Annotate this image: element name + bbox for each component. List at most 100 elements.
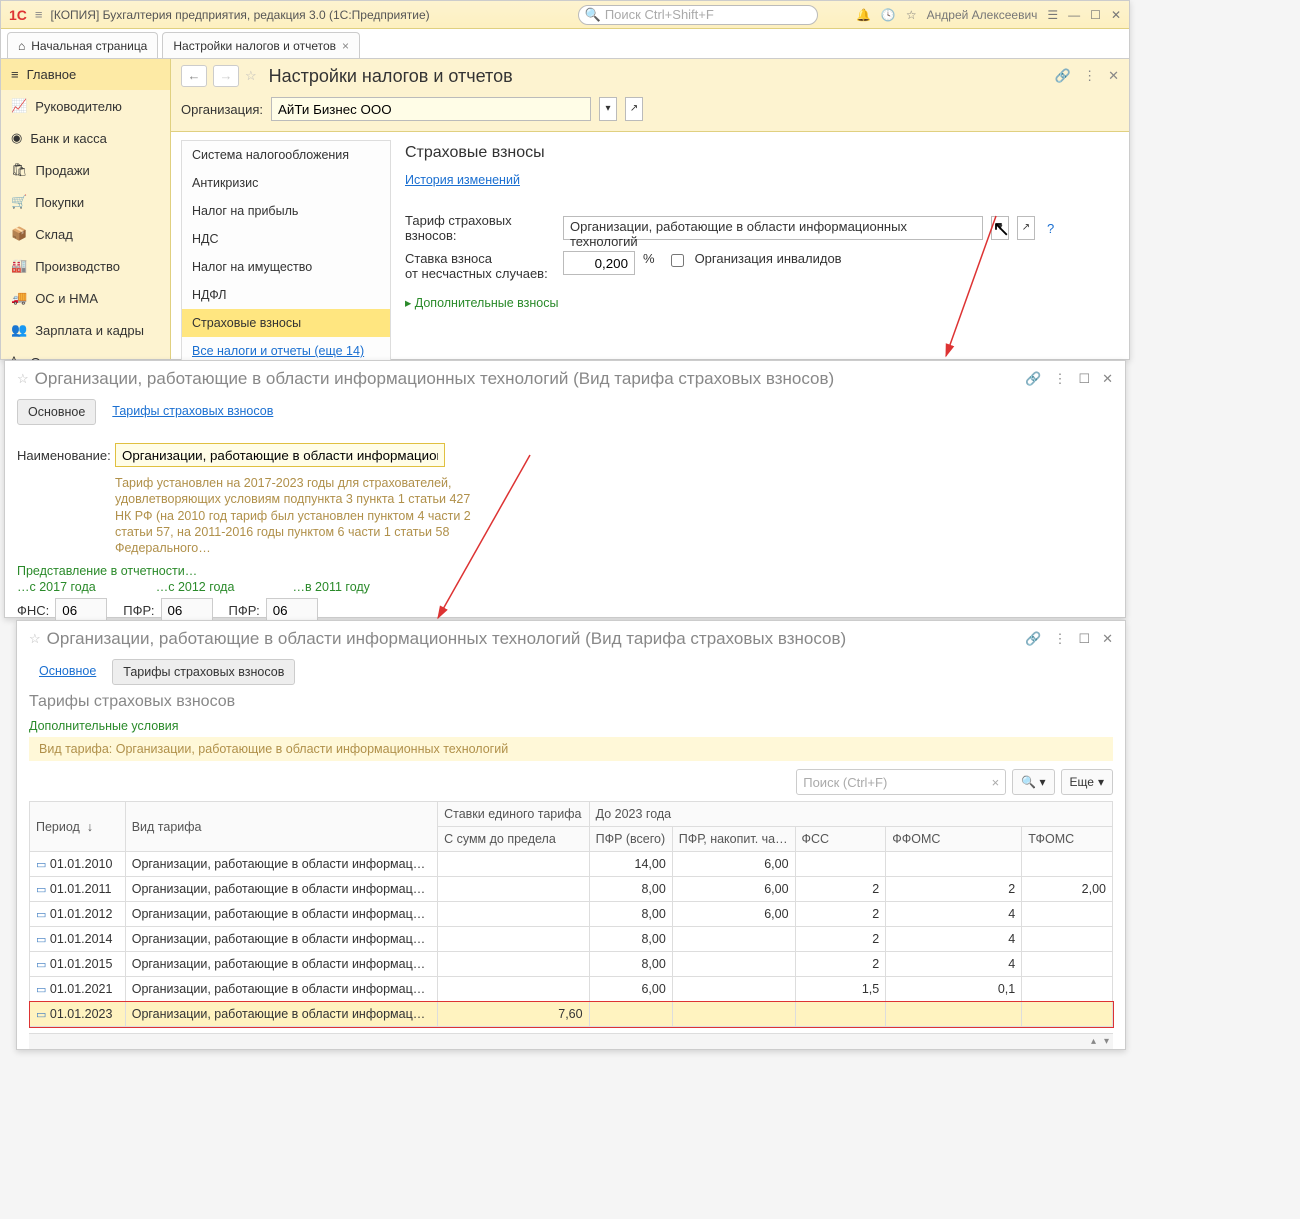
settings-icon[interactable]: ☰ [1047,8,1058,22]
nav-tax-system[interactable]: Система налогообложения [182,141,390,169]
table-row[interactable]: ▭ 01.01.2015Организации, работающие в об… [30,952,1113,977]
tab-tariffs-link[interactable]: Тарифы страховых взносов [102,399,283,425]
nav-ndfl[interactable]: НДФЛ [182,281,390,309]
page-title: Настройки налогов и отчетов [269,66,513,87]
kebab-icon[interactable]: ⋮ [1053,371,1066,387]
minimize-icon[interactable]: — [1068,8,1080,22]
col-2011: …в 2011 году [292,580,369,594]
sidebar-item-assets[interactable]: 🚚ОС и НМА [1,282,170,314]
table-row[interactable]: ▭ 01.01.2021Организации, работающие в об… [30,977,1113,1002]
cursor-icon: ↖ [992,216,1010,242]
history-icon[interactable]: 🕓 [881,8,896,22]
org-label: Организация: [181,102,263,117]
org-dropdown-button[interactable]: ▾ [599,97,617,121]
maximize-icon[interactable]: ☐ [1090,8,1101,22]
close-icon[interactable]: ✕ [1102,371,1113,387]
nav-back-button[interactable]: ← [181,65,207,87]
name-input[interactable] [115,443,445,467]
rate-input[interactable] [563,251,635,275]
kebab-icon[interactable]: ⋮ [1053,631,1066,647]
table-row[interactable]: ▭ 01.01.2011Организации, работающие в об… [30,877,1113,902]
col-2017: …с 2017 года [17,580,96,594]
nav-insurance[interactable]: Страховые взносы [182,309,390,337]
tab-home[interactable]: Начальная страница [7,32,158,58]
tab-main[interactable]: Основное [17,399,96,425]
sidebar-item-bank[interactable]: ◉Банк и касса [1,122,170,154]
fav-icon[interactable]: ☆ [29,631,41,647]
nav-forward-button[interactable]: → [213,65,239,87]
tab-tariffs[interactable]: Тарифы страховых взносов [112,659,295,685]
search-button[interactable]: 🔍 ▾ [1012,769,1054,795]
org-input[interactable] [271,97,591,121]
sidebar-item-purchases[interactable]: 🛒Покупки [1,186,170,218]
tab-close-icon[interactable]: × [342,39,349,53]
col-2012: …с 2012 года [156,580,235,594]
link-icon[interactable]: 🔗 [1025,631,1041,647]
scrollbar[interactable]: ▴▾ [29,1033,1113,1049]
pfr2-label: ПФР: [229,603,260,618]
pane-title: Страховые взносы [405,144,1105,162]
more-button[interactable]: Еще ▾ [1061,769,1113,795]
sidebar-item-manager[interactable]: 📈Руководителю [1,90,170,122]
bell-icon[interactable]: 🔔 [856,8,871,22]
table-row[interactable]: ▭ 01.01.2014Организации, работающие в об… [30,927,1113,952]
app-title: [КОПИЯ] Бухгалтерия предприятия, редакци… [51,8,430,22]
invalids-label: Организация инвалидов [695,251,842,266]
section-sidebar: ≡Главное 📈Руководителю ◉Банк и касса 🛍Пр… [1,59,171,359]
table-row[interactable]: ▭ 01.01.2010Организации, работающие в об… [30,852,1113,877]
nav-anticrisis[interactable]: Антикризис [182,169,390,197]
maximize-icon[interactable]: ☐ [1078,631,1090,647]
pfr-input[interactable] [161,598,213,622]
table-row[interactable]: ▭ 01.01.2023Организации, работающие в об… [30,1002,1113,1027]
nav-property-tax[interactable]: Налог на имущество [182,253,390,281]
tariff-description: Тариф установлен на 2017-2023 годы для с… [115,475,485,556]
rate-label-2: от несчастных случаев: [405,266,548,281]
sidebar-item-production[interactable]: 🏭Производство [1,250,170,282]
user-name[interactable]: Андрей Алексеевич [927,8,1038,22]
sidebar-item-hr[interactable]: 👥Зарплата и кадры [1,314,170,346]
report-heading: Представление в отчетности… [17,564,1113,578]
modal2-title: Организации, работающие в области информ… [47,629,847,649]
link-icon[interactable]: 🔗 [1025,371,1041,387]
history-link[interactable]: История изменений [405,173,520,187]
conditions-label: Дополнительные условия [17,711,1125,733]
tariff-open-button[interactable]: ↗ [1017,216,1035,240]
table-row[interactable]: ▭ 01.01.2012Организации, работающие в об… [30,902,1113,927]
menu-icon[interactable]: ≡ [35,7,43,22]
percent-label: % [643,251,655,266]
close-panel-icon[interactable]: ✕ [1108,68,1119,84]
table-search-input[interactable]: Поиск (Ctrl+F)× [796,769,1006,795]
sidebar-item-stock[interactable]: 📦Склад [1,218,170,250]
tariffs-table[interactable]: Период ↓ Вид тарифа Ставки единого тариф… [29,801,1113,1027]
nav-profit-tax[interactable]: Налог на прибыль [182,197,390,225]
kebab-icon[interactable]: ⋮ [1083,68,1096,84]
close-icon[interactable]: ✕ [1102,631,1113,647]
maximize-icon[interactable]: ☐ [1078,371,1090,387]
sidebar-item-sales[interactable]: 🛍Продажи [1,154,170,186]
settings-nav: Система налогообложения Антикризис Налог… [181,140,391,366]
search-icon: 🔍 [585,7,601,23]
tab-main-link[interactable]: Основное [29,659,106,685]
extra-link[interactable]: ▸ Дополнительные взносы [405,295,559,310]
pfr-label: ПФР: [123,603,154,618]
pfr2-input[interactable] [266,598,318,622]
app-logo: 1С [9,7,27,23]
global-search-input[interactable]: 🔍 Поиск Ctrl+Shift+F [578,5,818,25]
tab-settings[interactable]: Настройки налогов и отчетов× [162,32,360,58]
nav-vat[interactable]: НДС [182,225,390,253]
subtitle: Тарифы страховых взносов [17,685,1125,711]
fav-icon[interactable]: ☆ [17,371,29,387]
link-icon[interactable]: 🔗 [1055,68,1071,84]
tariff-combo[interactable]: Организации, работающие в области информ… [563,216,983,240]
close-icon[interactable]: ✕ [1111,8,1121,22]
help-icon[interactable]: ? [1047,221,1054,236]
name-label: Наименование: [17,448,107,463]
fns-input[interactable] [55,598,107,622]
star-icon[interactable]: ☆ [906,8,917,22]
sidebar-item-main[interactable]: ≡Главное [1,59,170,90]
invalids-checkbox[interactable] [671,254,684,267]
rate-label-1: Ставка взноса [405,251,492,266]
type-line: Вид тарифа: Организации, работающие в об… [29,737,1113,761]
org-open-button[interactable]: ↗ [625,97,643,121]
fav-icon[interactable]: ☆ [245,68,257,84]
